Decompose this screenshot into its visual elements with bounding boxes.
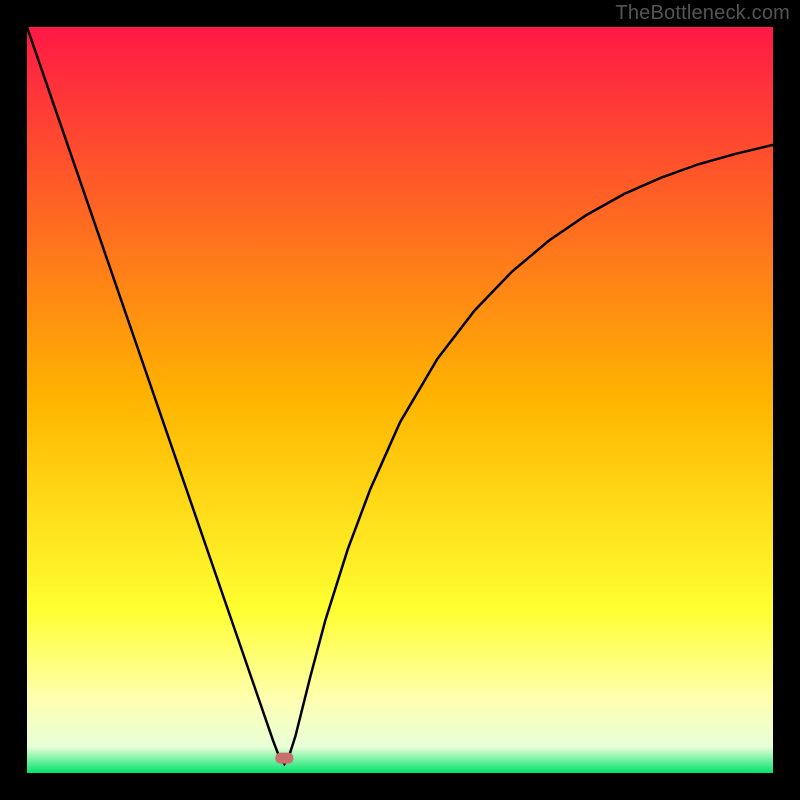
optimal-point-marker [275, 753, 293, 764]
watermark-text: TheBottleneck.com [615, 2, 790, 25]
chart-frame: TheBottleneck.com [0, 0, 800, 800]
plot-area [27, 27, 773, 773]
chart-background [27, 27, 773, 773]
bottleneck-chart [27, 27, 773, 773]
